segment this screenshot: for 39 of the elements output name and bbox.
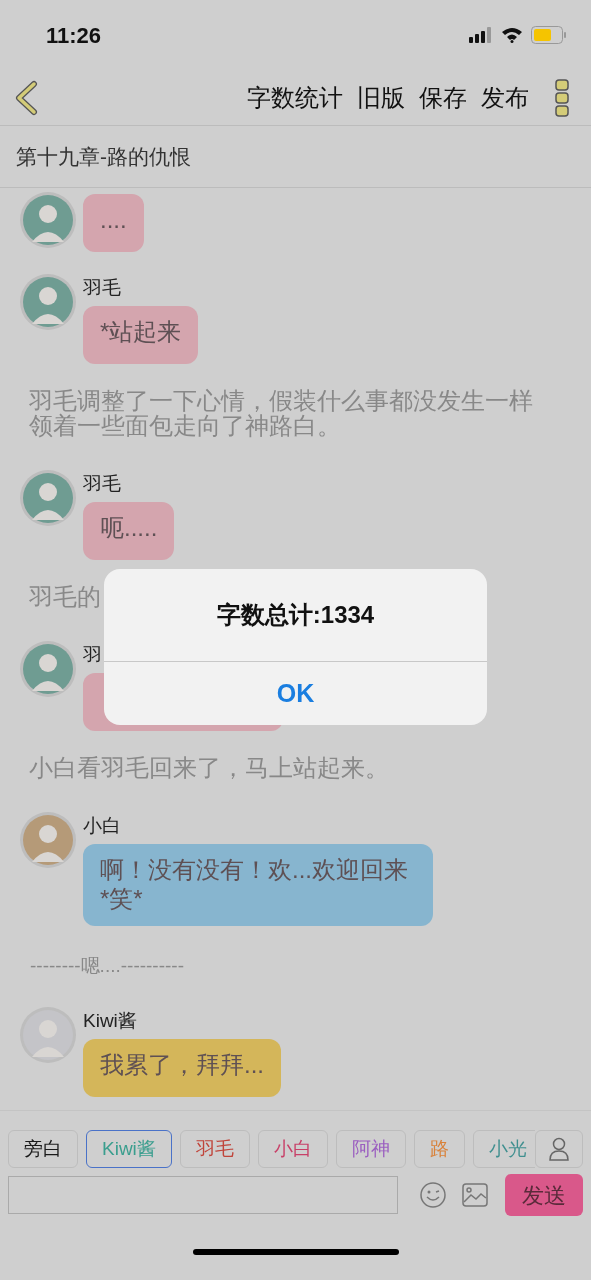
message-bubble: ....: [83, 194, 144, 252]
message-bubble: 呃.....: [83, 502, 175, 560]
battery-icon: [531, 26, 567, 44]
emoji-icon[interactable]: [420, 1182, 446, 1208]
nav-action[interactable]: 字数统计: [247, 79, 343, 116]
speaker-name: 羽毛: [83, 276, 121, 300]
speaker-name: 小白: [83, 814, 121, 838]
chapter-title: 第十九章-路的仇恨: [16, 143, 191, 170]
wifi-icon: [501, 27, 523, 43]
character-tab[interactable]: 路: [413, 1130, 465, 1168]
message-bubble: 啊！没有没有！欢...欢迎回来*笑*: [83, 844, 433, 926]
speaker-name: 羽: [83, 643, 102, 667]
speaker-name: 羽毛: [83, 472, 121, 496]
message-bubble: 我累了，拜拜...: [83, 1038, 281, 1097]
character-tab[interactable]: Kiwi酱: [86, 1130, 172, 1168]
narration-text: 小白看羽毛回来了，马上站起来。: [28, 755, 390, 780]
person-icon: [548, 1137, 570, 1161]
speaker-name: Kiwi酱: [83, 1008, 137, 1033]
narration-text: 羽毛的: [28, 584, 102, 609]
person-button[interactable]: [535, 1130, 583, 1168]
message-bubble: *站起来: [83, 306, 199, 364]
scene-divider: --------嗯....----------: [29, 954, 185, 978]
character-tab[interactable]: 阿神: [335, 1130, 406, 1168]
back-chevron-icon: [14, 79, 38, 116]
alert-title: 字数总计:1334: [216, 600, 375, 630]
character-tab[interactable]: 小白: [257, 1130, 328, 1168]
message-input[interactable]: [8, 1176, 398, 1214]
status-time: 11:26: [46, 21, 102, 50]
ok-button[interactable]: OK: [104, 662, 487, 725]
image-icon[interactable]: [462, 1183, 488, 1207]
character-tab[interactable]: 旁白: [8, 1130, 78, 1168]
nav-action[interactable]: 旧版: [357, 79, 405, 116]
nav-action[interactable]: 发布: [481, 79, 529, 116]
send-button[interactable]: 发送: [505, 1174, 583, 1216]
signal-icon: [469, 27, 493, 43]
more-menu-icon[interactable]: [555, 78, 569, 117]
character-tab[interactable]: 羽毛: [179, 1130, 250, 1168]
narration-text: 羽毛调整了一下心情，假装什么事都没发生一样领着一些面包走向了神路白。: [28, 388, 534, 438]
nav-action[interactable]: 保存: [419, 79, 467, 116]
